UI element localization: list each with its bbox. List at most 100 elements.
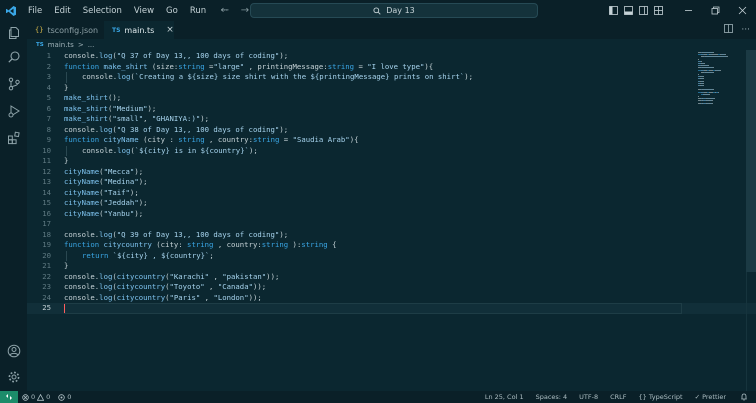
search-view-icon[interactable] [0, 45, 27, 69]
close-tab-icon[interactable]: × [166, 25, 174, 35]
minimap-mark [703, 76, 704, 78]
prettier-status[interactable]: ✓ Prettier [689, 391, 732, 403]
settings-gear-icon[interactable] [0, 365, 27, 389]
code-line[interactable]: 7 make_shirt("small", "GHANIYA:)"); [27, 114, 756, 125]
command-center[interactable]: Day 13 [250, 3, 538, 18]
code-line[interactable]: 4} [27, 83, 756, 94]
code-line[interactable]: 9 function cityName (city : string , coun… [27, 135, 756, 146]
code-line[interactable]: 25 [27, 303, 756, 314]
error-count: 0 [31, 393, 36, 401]
code-line[interactable]: 5 make_shirt(); [27, 93, 756, 104]
customize-layout-icon[interactable] [652, 0, 665, 21]
code-line[interactable]: 20 return `${city} , ${country}`; [27, 250, 756, 261]
ports-status[interactable]: 0 [54, 391, 75, 403]
code-token: )); [266, 271, 280, 281]
language-mode[interactable]: {} TypeScript [633, 391, 689, 403]
breadcrumb-symbols[interactable]: ... [88, 41, 95, 49]
code-line[interactable]: 14 cityName("Taif"); [27, 188, 756, 199]
code-token: , [209, 135, 218, 144]
json-file-icon: {} [35, 26, 44, 34]
code-line[interactable]: 12 cityName("Mecca"); [27, 167, 756, 178]
code-token: ); [279, 229, 289, 239]
run-and-debug-icon[interactable] [0, 99, 27, 123]
code-line[interactable]: 2 function make_shirt (size:string ="larg… [27, 62, 756, 73]
menu-item-run[interactable]: Run [184, 0, 212, 21]
minimap-mark [713, 52, 714, 53]
more-actions-icon[interactable]: ··· [741, 25, 750, 35]
code-token: "Taif" [103, 187, 130, 197]
code-text: console.log("Q 37 of Day 13,, 100 days o… [64, 51, 288, 62]
code-line[interactable]: 16 cityName("Yanbu"); [27, 209, 756, 220]
extensions-icon[interactable] [0, 126, 27, 150]
menu-item-view[interactable]: View [128, 0, 160, 21]
code-line[interactable]: 24 console.log(citycountry("Paris" , "Lon… [27, 293, 756, 304]
toggle-secondary-sidebar-icon[interactable] [637, 0, 650, 21]
go-back-icon[interactable]: ← [218, 5, 232, 16]
code-text: cityName("Mecca"); [64, 167, 143, 178]
toggle-panel-icon[interactable] [622, 0, 635, 21]
code-token: "London" [213, 292, 249, 302]
line-number: 20 [42, 250, 51, 260]
encoding[interactable]: UTF-8 [573, 391, 604, 403]
accounts-icon[interactable] [0, 339, 27, 363]
code-line[interactable]: 8 console.log("Q 38 of Day 13,, 100 days … [27, 125, 756, 136]
minimap[interactable] [698, 50, 742, 170]
code-line[interactable]: 18 console.log("Q 39 of Day 13,, 100 days… [27, 230, 756, 241]
tab-tsconfig-json[interactable]: {} tsconfig.json [27, 21, 104, 39]
cursor-position[interactable]: Ln 25, Col 1 [479, 391, 530, 403]
minimize-icon[interactable] [675, 0, 702, 21]
menu-item-edit[interactable]: Edit [48, 0, 76, 21]
code-token: city [160, 240, 179, 249]
code-line[interactable]: 10 console.log(`${city} is in ${country}`… [27, 145, 756, 156]
split-editor-icon[interactable] [724, 24, 734, 36]
code-line[interactable]: 6 make_shirt("Medium"); [27, 104, 756, 115]
vertical-scrollbar[interactable] [746, 50, 756, 391]
code-line[interactable]: 15 cityName("Jeddah"); [27, 198, 756, 209]
code-text: function cityName (city : string , count… [64, 135, 358, 146]
toggle-primary-sidebar-icon[interactable] [607, 0, 620, 21]
close-window-icon[interactable] [729, 0, 756, 21]
code-token: `Creating a ${size} size shirt with the … [134, 72, 465, 81]
minimap-mark [698, 58, 699, 60]
code-line[interactable]: 17 [27, 219, 756, 230]
code-line[interactable]: 3 console.log(`Creating a ${size} size sh… [27, 72, 756, 83]
menu-item-file[interactable]: File [22, 0, 48, 21]
problems-status[interactable]: 0 0 [18, 391, 54, 403]
indentation[interactable]: Spaces: 4 [530, 391, 574, 403]
menu-item-go[interactable]: Go [160, 0, 184, 21]
code-line[interactable]: 13 cityName("Medina"); [27, 177, 756, 188]
breadcrumb-file[interactable]: main.ts [48, 41, 74, 49]
code-token: = [283, 135, 293, 144]
line-number: 22 [42, 271, 51, 281]
code-text: console.log(`Creating a ${size} size shi… [82, 72, 473, 83]
notifications-icon[interactable] [732, 391, 756, 403]
minimap-mark [703, 78, 704, 80]
code-line[interactable]: 11} [27, 156, 756, 167]
line-number: 18 [42, 229, 51, 239]
remote-indicator[interactable] [0, 391, 18, 403]
editor-actions: ··· [724, 21, 756, 39]
code-line[interactable]: 19 function citycountry (city: string , c… [27, 240, 756, 251]
source-control-icon[interactable] [0, 72, 27, 96]
code-token: console [82, 145, 113, 155]
line-number: 16 [42, 208, 51, 218]
menu-item-selection[interactable]: Selection [77, 0, 128, 21]
scrollbar-thumb[interactable] [746, 50, 756, 272]
code-token: citycountry [116, 282, 166, 291]
tab-main-ts[interactable]: TS main.ts × [104, 21, 175, 39]
code-token: , [143, 114, 152, 123]
title-bar: File Edit Selection View Go Run ··· ← → Day 13 [0, 0, 756, 21]
code-line[interactable]: 1 console.log("Q 37 of Day 13,, 100 days … [27, 51, 756, 62]
code-line[interactable]: 22 console.log(citycountry("Karachi" , "p… [27, 272, 756, 283]
code-editor[interactable]: 1 console.log("Q 37 of Day 13,, 100 days … [27, 50, 756, 391]
line-number: 7 [46, 114, 51, 123]
code-token: string [327, 61, 359, 71]
code-token: "Medina" [103, 177, 139, 186]
editor-tabs: {} tsconfig.json TS main.ts × ··· [27, 21, 756, 39]
restore-icon[interactable] [702, 0, 729, 21]
code-line[interactable]: 23 console.log(citycountry("Toyoto" , "Ca… [27, 282, 756, 293]
code-line[interactable]: 21} [27, 261, 756, 272]
tab-label: main.ts [124, 25, 155, 35]
end-of-line[interactable]: CRLF [604, 391, 632, 403]
explorer-icon[interactable] [0, 21, 27, 45]
